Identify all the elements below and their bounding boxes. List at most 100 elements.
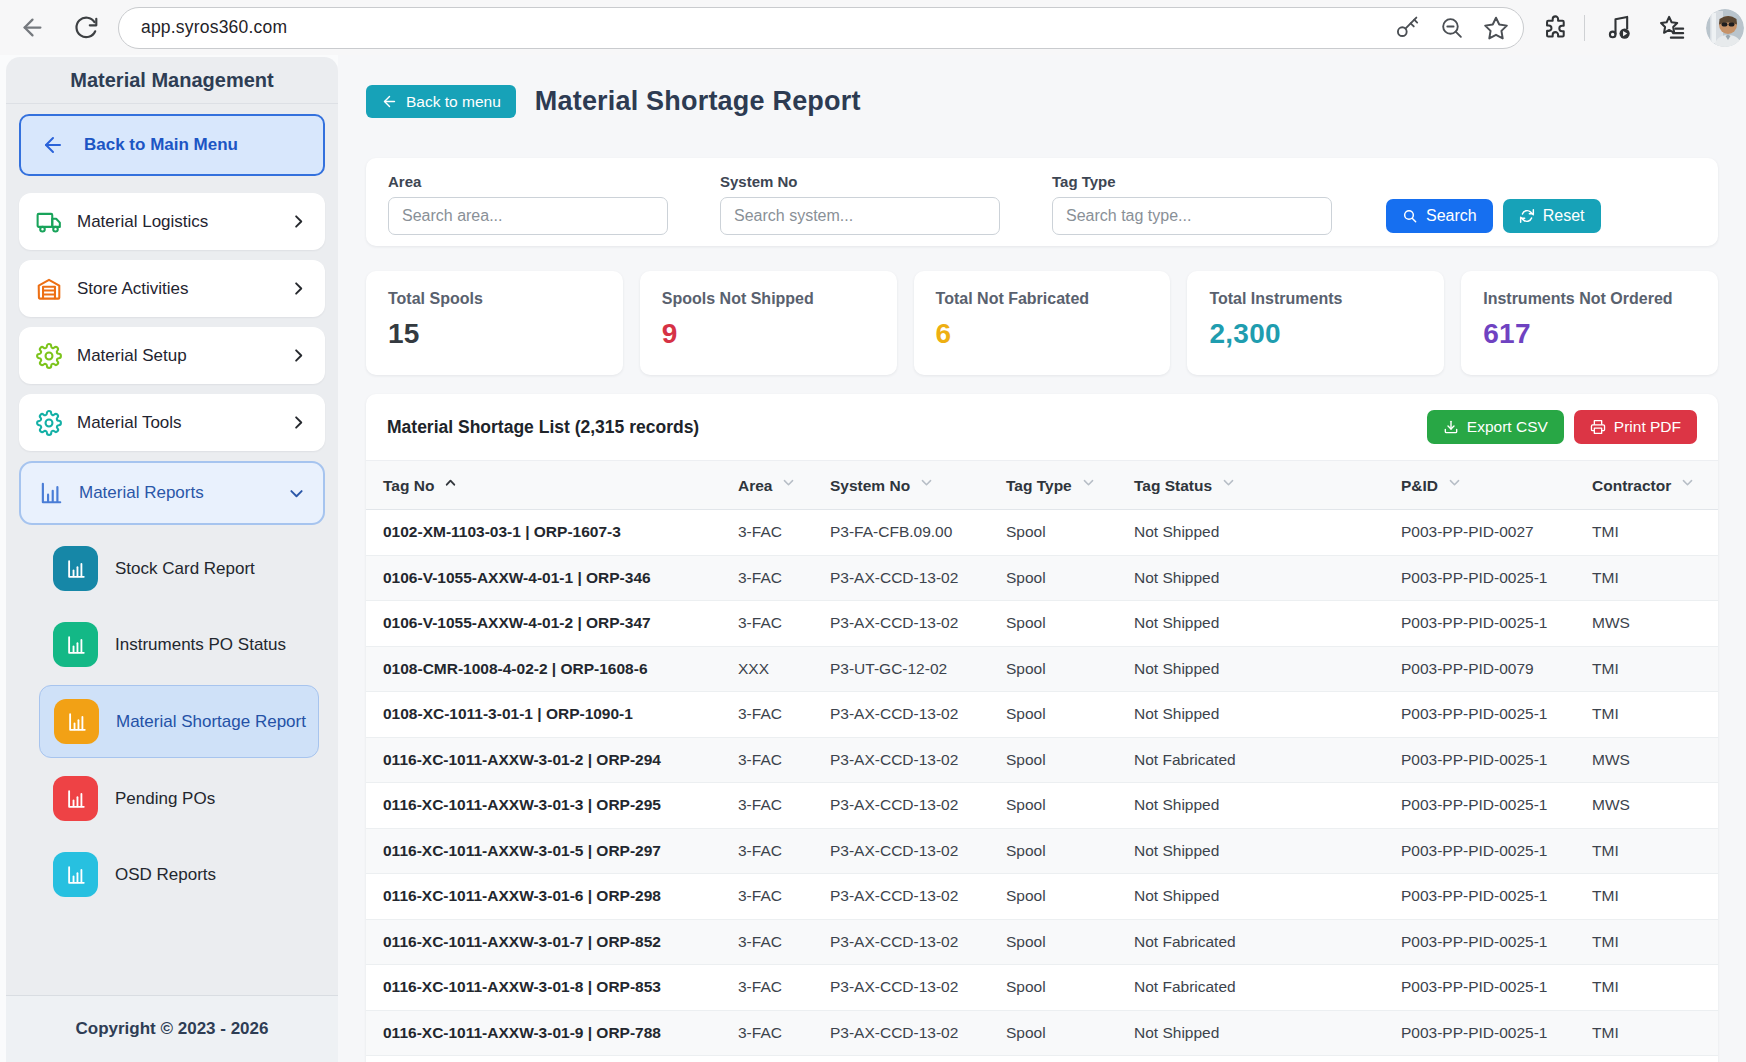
favorites-list-icon[interactable] bbox=[1659, 14, 1686, 41]
cell-system-no: P3-AX-CCD-13-02 bbox=[813, 828, 989, 874]
browser-chrome: app.syros360.com bbox=[0, 0, 1746, 55]
sort-chevron-icon bbox=[1221, 475, 1236, 490]
table-row[interactable]: 0106-V-1055-AXXW-4-01-1 | ORP-346 3-FAC … bbox=[366, 555, 1718, 601]
table-row[interactable]: 0116-XC-1011-AXXW-3-01-2 | ORP-294 3-FAC… bbox=[366, 737, 1718, 783]
column-header-tag-type[interactable]: Tag Type bbox=[989, 461, 1117, 510]
cell-tag-status: Not Fabricated bbox=[1117, 737, 1384, 783]
cell-tag-type: Spool bbox=[989, 874, 1117, 920]
column-header-tag-no[interactable]: Tag No bbox=[366, 461, 721, 510]
arrow-left-icon bbox=[41, 133, 65, 157]
browser-reload-icon[interactable] bbox=[73, 15, 99, 41]
bar-chart-icon bbox=[65, 558, 87, 580]
sidebar-nav: Material Logistics Store Activities Mate… bbox=[19, 193, 325, 525]
cell-tag-type: Spool bbox=[989, 555, 1117, 601]
sidebar-item-material-setup[interactable]: Material Setup bbox=[19, 327, 325, 384]
cell-tag-no: 0106-V-1055-AXXW-4-01-2 | ORP-347 bbox=[366, 601, 721, 647]
cell-system-no: P3-AX-CCD-13-02 bbox=[813, 783, 989, 829]
table-row[interactable]: 0116-XC-1011-AXXW-3-01-9 | ORP-788 3-FAC… bbox=[366, 1010, 1718, 1056]
column-label: Tag No bbox=[383, 477, 434, 494]
system-no-search-input[interactable] bbox=[720, 197, 1000, 235]
column-header-contractor[interactable]: Contractor bbox=[1575, 461, 1718, 510]
column-header-tag-status[interactable]: Tag Status bbox=[1117, 461, 1384, 510]
cell-tag-no: 0102-XM-1103-03-1 | ORP-1607-3 bbox=[366, 510, 721, 556]
main-content: Back to menu Material Shortage Report Ar… bbox=[338, 55, 1746, 1062]
printer-icon bbox=[1590, 419, 1606, 435]
cell-pid: P003-PP-PID-0025-1 bbox=[1384, 1010, 1575, 1056]
cell-contractor: TMI bbox=[1575, 646, 1718, 692]
table-row[interactable]: 0116-XC-1011-AXXW-3-01-8 | ORP-853 3-FAC… bbox=[366, 965, 1718, 1011]
stat-label: Total Spools bbox=[388, 290, 601, 308]
column-label: Area bbox=[738, 477, 772, 494]
column-header-system-no[interactable]: System No bbox=[813, 461, 989, 510]
column-header-p-id[interactable]: P&ID bbox=[1384, 461, 1575, 510]
sidebar-item-store-activities[interactable]: Store Activities bbox=[19, 260, 325, 317]
cell-pid: P003-PP-PID-0025-1 bbox=[1384, 555, 1575, 601]
shortage-table: Tag No Area System No Tag Type Tag Statu… bbox=[366, 460, 1718, 1056]
cell-tag-status: Not Shipped bbox=[1117, 692, 1384, 738]
sidebar-item-material-reports[interactable]: Material Reports bbox=[19, 461, 325, 525]
cell-tag-type: Spool bbox=[989, 965, 1117, 1011]
sidebar-subitem-stock-card-report[interactable]: Stock Card Report bbox=[39, 533, 319, 604]
url-text[interactable]: app.syros360.com bbox=[141, 17, 1376, 38]
bookmark-star-icon[interactable] bbox=[1483, 15, 1509, 41]
back-to-main-menu-button[interactable]: Back to Main Menu bbox=[19, 114, 325, 176]
sidebar-item-material-logistics[interactable]: Material Logistics bbox=[19, 193, 325, 250]
back-to-menu-button[interactable]: Back to menu bbox=[366, 85, 516, 118]
cell-pid: P003-PP-PID-0025-1 bbox=[1384, 919, 1575, 965]
table-body: 0102-XM-1103-03-1 | ORP-1607-3 3-FAC P3-… bbox=[366, 510, 1718, 1056]
table-row[interactable]: 0106-V-1055-AXXW-4-01-2 | ORP-347 3-FAC … bbox=[366, 601, 1718, 647]
cell-tag-no: 0116-XC-1011-AXXW-3-01-2 | ORP-294 bbox=[366, 737, 721, 783]
table-row[interactable]: 0116-XC-1011-AXXW-3-01-3 | ORP-295 3-FAC… bbox=[366, 783, 1718, 829]
sidebar-subitem-material-shortage-report[interactable]: Material Shortage Report bbox=[39, 685, 319, 758]
table-row[interactable]: 0116-XC-1011-AXXW-3-01-5 | ORP-297 3-FAC… bbox=[366, 828, 1718, 874]
report-item-label: Stock Card Report bbox=[115, 559, 255, 579]
table-row[interactable]: 0116-XC-1011-AXXW-3-01-7 | ORP-852 3-FAC… bbox=[366, 919, 1718, 965]
stat-label: Total Instruments bbox=[1209, 290, 1422, 308]
table-row[interactable]: 0108-XC-1011-3-01-1 | ORP-1090-1 3-FAC P… bbox=[366, 692, 1718, 738]
sidebar: Material Management Back to Main Menu Ma… bbox=[6, 57, 338, 1062]
report-sub-menu: Stock Card Report Instruments PO Status … bbox=[19, 525, 325, 910]
stat-card-total-spools: Total Spools 15 bbox=[366, 271, 623, 375]
tag-type-search-input[interactable] bbox=[1052, 197, 1332, 235]
area-search-input[interactable] bbox=[388, 197, 668, 235]
sidebar-subitem-osd-reports[interactable]: OSD Reports bbox=[39, 839, 319, 910]
browser-back-icon[interactable] bbox=[19, 14, 46, 41]
cell-contractor: TMI bbox=[1575, 919, 1718, 965]
cell-area: 3-FAC bbox=[721, 737, 813, 783]
filter-group-area: Area bbox=[388, 173, 668, 235]
cell-tag-no: 0106-V-1055-AXXW-4-01-1 | ORP-346 bbox=[366, 555, 721, 601]
print-pdf-button[interactable]: Print PDF bbox=[1574, 410, 1697, 444]
cell-tag-no: 0116-XC-1011-AXXW-3-01-3 | ORP-295 bbox=[366, 783, 721, 829]
stat-card-spools-not-shipped: Spools Not Shipped 9 bbox=[640, 271, 897, 375]
nav-item-label: Store Activities bbox=[77, 279, 289, 299]
reset-button[interactable]: Reset bbox=[1503, 199, 1601, 233]
table-row[interactable]: 0102-XM-1103-03-1 | ORP-1607-3 3-FAC P3-… bbox=[366, 510, 1718, 556]
search-icon bbox=[1402, 208, 1418, 224]
search-button[interactable]: Search bbox=[1386, 199, 1493, 233]
cell-tag-status: Not Shipped bbox=[1117, 555, 1384, 601]
chevron-down-icon bbox=[287, 484, 306, 503]
sidebar-title: Material Management bbox=[6, 57, 338, 104]
cell-area: 3-FAC bbox=[721, 510, 813, 556]
cell-system-no: P3-AX-CCD-13-02 bbox=[813, 737, 989, 783]
password-key-icon[interactable] bbox=[1395, 15, 1420, 40]
cell-tag-no: 0116-XC-1011-AXXW-3-01-7 | ORP-852 bbox=[366, 919, 721, 965]
media-playing-icon[interactable] bbox=[1605, 14, 1633, 42]
export-csv-button[interactable]: Export CSV bbox=[1427, 410, 1564, 444]
print-pdf-label: Print PDF bbox=[1614, 418, 1681, 436]
nav-item-label: Material Setup bbox=[77, 346, 289, 366]
cell-tag-no: 0108-XC-1011-3-01-1 | ORP-1090-1 bbox=[366, 692, 721, 738]
table-row[interactable]: 0108-CMR-1008-4-02-2 | ORP-1608-6 XXX P3… bbox=[366, 646, 1718, 692]
browser-profile-avatar[interactable] bbox=[1706, 9, 1744, 47]
extensions-puzzle-icon[interactable] bbox=[1542, 14, 1569, 41]
sidebar-subitem-instruments-po-status[interactable]: Instruments PO Status bbox=[39, 609, 319, 680]
column-header-area[interactable]: Area bbox=[721, 461, 813, 510]
cell-area: 3-FAC bbox=[721, 692, 813, 738]
zoom-out-icon[interactable] bbox=[1439, 15, 1464, 40]
cell-pid: P003-PP-PID-0025-1 bbox=[1384, 737, 1575, 783]
sidebar-subitem-pending-pos[interactable]: Pending POs bbox=[39, 763, 319, 834]
table-row[interactable]: 0116-XC-1011-AXXW-3-01-6 | ORP-298 3-FAC… bbox=[366, 874, 1718, 920]
sidebar-item-material-tools[interactable]: Material Tools bbox=[19, 394, 325, 451]
chevron-right-icon bbox=[289, 346, 308, 365]
address-bar[interactable]: app.syros360.com bbox=[118, 7, 1524, 49]
